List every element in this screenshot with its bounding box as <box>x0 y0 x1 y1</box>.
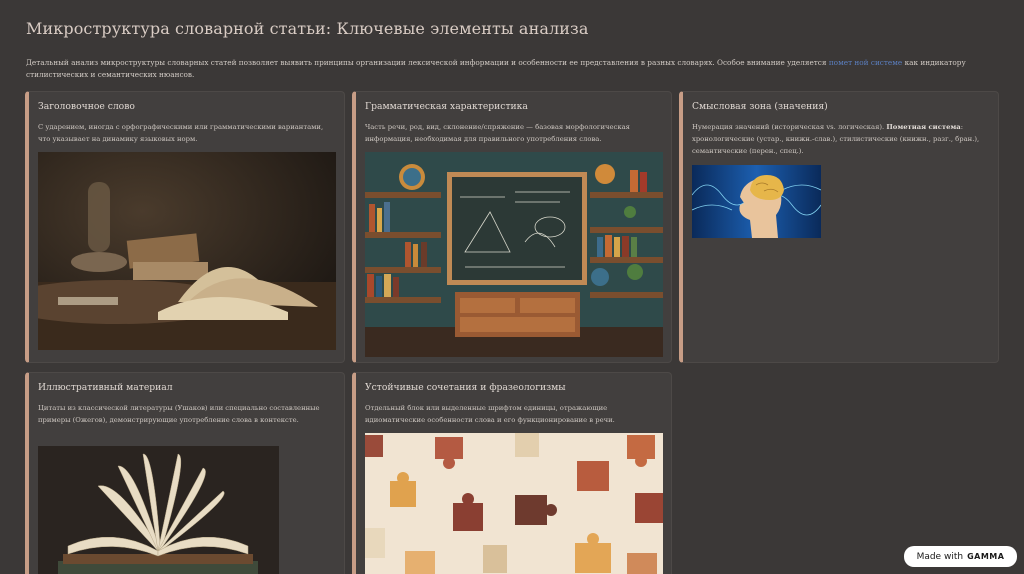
classroom-chalkboard-image <box>365 152 663 357</box>
card-title: Устойчивые сочетания и фразеологизмы <box>365 382 566 393</box>
glowing-brain-image <box>692 165 821 238</box>
card-text: Цитаты из классической литературы (Ушако… <box>38 404 320 424</box>
card-text: Часть речи, род, вид, склонение/спряжени… <box>365 123 630 143</box>
page-title: Микроструктура словарной статьи: Ключевы… <box>26 19 589 38</box>
card-text: Отдельный блок или выделенные шрифтом ед… <box>365 404 615 424</box>
badge-prefix: Made with <box>916 551 964 562</box>
card-headword: Заголовочное слово С ударением, иногда с… <box>25 91 345 363</box>
card-meaning: Смысловая зона (значения) Нумерация знач… <box>679 91 999 363</box>
made-with-gamma-badge[interactable]: Made with GAMMA <box>904 546 1017 567</box>
card-text: Нумерация значений (историческая vs. лог… <box>692 123 980 155</box>
card-illustrative: Иллюстративный материал Цитаты из класси… <box>25 372 345 574</box>
antique-books-lamp-image <box>38 152 336 350</box>
card-title: Смысловая зона (значения) <box>692 101 828 112</box>
card-title: Иллюстративный материал <box>38 382 173 393</box>
card-title: Заголовочное слово <box>38 101 135 112</box>
card-phraseology: Устойчивые сочетания и фразеологизмы Отд… <box>352 372 672 574</box>
gamma-logo: GAMMA <box>967 552 1005 561</box>
card-grammar: Грамматическая характеристика Часть речи… <box>352 91 672 363</box>
card-title: Грамматическая характеристика <box>365 101 528 112</box>
intro-paragraph: Детальный анализ микроструктуры словарны… <box>26 58 966 79</box>
intro-highlight: помет ной системе <box>828 58 903 67</box>
card-text: С ударением, иногда с орфографическими и… <box>38 123 324 143</box>
puzzle-pieces-image <box>365 433 663 574</box>
open-book-image <box>38 446 279 574</box>
